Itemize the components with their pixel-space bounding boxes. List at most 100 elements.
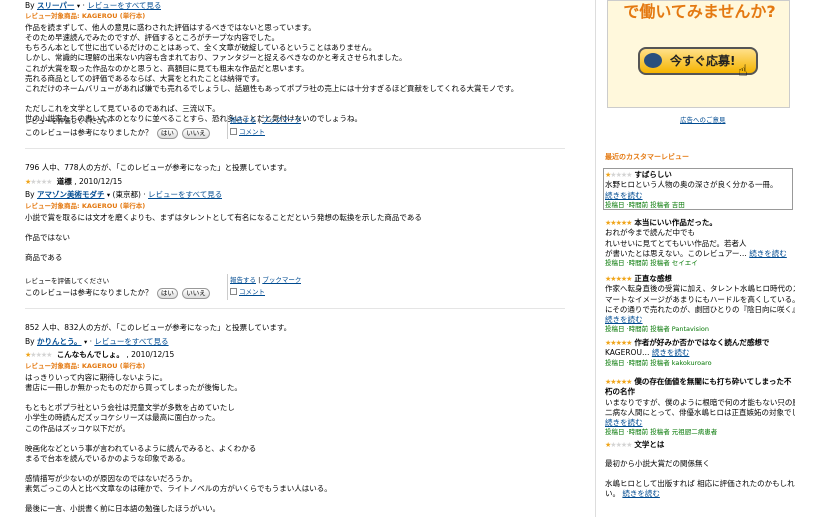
- review-line: この作品はズッコケ以下だが。: [25, 423, 130, 433]
- review-line: 映画化などという事が言われているように読んでみると、よくわかる: [25, 443, 257, 453]
- helpful-question: このレビューは参考になりましたか？ はい いいえ: [25, 128, 210, 139]
- sidebar-review-line: い。: [605, 488, 620, 498]
- star-filled-icon: ★: [626, 219, 632, 227]
- read-more-link[interactable]: 続きを読む: [622, 489, 660, 498]
- apply-label: 今すぐ応募!: [670, 54, 736, 68]
- dropdown-icon[interactable]: ▾: [77, 2, 80, 10]
- sidebar-review-line: 最初から小説大賞だの関係無く: [605, 459, 710, 469]
- sidebar-review-line: 作家へ転身直後の受賞に加え、タレント水嶋ヒロ時代のス: [605, 284, 795, 294]
- review-line: 小説で賞を取るには文才を磨くよりも、まずはタレントとして有名になることだという発…: [25, 213, 422, 222]
- comment-link[interactable]: コメント: [239, 128, 265, 136]
- review-product: レビュー対象商品: KAGEROU (単行本): [25, 12, 146, 20]
- reviewer-link[interactable]: かりんとう。: [37, 337, 82, 346]
- comment-checkbox[interactable]: [230, 288, 237, 295]
- star-empty-icon: ★: [46, 178, 52, 186]
- sidebar-review-meta: 投稿日 ·時間前 投稿者 セイエイ: [605, 258, 698, 267]
- all-reviews-link[interactable]: レビューをすべて見る: [148, 190, 222, 199]
- reviewer-link[interactable]: アマゾン美術モダチ: [37, 190, 105, 199]
- by-prefix: By: [25, 190, 35, 199]
- reviewer-link[interactable]: スリーパー: [37, 1, 74, 10]
- read-more-link[interactable]: 続きを読む: [749, 249, 787, 258]
- review-line: もちろん本として世に出ているだけのことはあって、全く文章が破綻しているということ…: [25, 43, 377, 53]
- review-line: 最後に一言、小説書く前に日本語の勉強したほうがいい。: [25, 504, 220, 514]
- dropdown-icon[interactable]: ▾: [107, 191, 110, 199]
- helpful-count: 852 人中、832人の方が、「このレビューが参考になった」と投票しています。: [25, 323, 292, 332]
- comment-checkbox[interactable]: [230, 128, 237, 135]
- divider: [25, 308, 565, 309]
- review-heading: ★★★★★ こんなもんでしょ。 , 2010/12/15: [25, 350, 174, 360]
- helpful-no-button[interactable]: いいえ: [182, 128, 210, 139]
- report-link[interactable]: 報告する: [230, 116, 256, 124]
- star-empty-icon: ★: [46, 351, 52, 359]
- star-empty-icon: ★: [626, 171, 632, 179]
- review-line: 売れる商品としての評価であるならば、大賞をとれたことは納得です。: [25, 73, 264, 83]
- review-line: 小学生の時読んだズッコケシリーズは最高に面白かった。: [25, 413, 220, 423]
- report-link[interactable]: 報告する: [230, 276, 256, 284]
- dropdown-icon[interactable]: ▾: [84, 338, 87, 346]
- all-reviews-link[interactable]: レビューをすべて見る: [87, 1, 161, 10]
- read-more-link[interactable]: 続きを読む: [652, 348, 690, 357]
- read-more-link[interactable]: 続きを読む: [605, 191, 643, 200]
- helpful-yes-button[interactable]: はい: [156, 128, 178, 139]
- helpful-no-button[interactable]: いいえ: [182, 288, 210, 299]
- sidebar-review-line: マートなイメージがあまりにもハードルを高くしている。まさ: [605, 294, 795, 304]
- sidebar-review-item: ★★★★★ すばらしい 水野ヒロという人物の奥の深さが良く分かる一冊。 続きを読む…: [605, 170, 793, 209]
- review-line: [25, 94, 565, 104]
- rating-stars: ★★★★★: [25, 351, 52, 360]
- sidebar-review-title[interactable]: 本当にいい作品だった。: [634, 218, 717, 227]
- job-ad-banner[interactable]: で働いてみませんか? 今すぐ応募! ☝: [607, 0, 790, 108]
- review-body: 小説で賞を取るには文才を磨くよりも、まずはタレントとして有名になることだという発…: [25, 213, 565, 263]
- reviewer-location: (東京都): [112, 190, 141, 199]
- sidebar-review-title[interactable]: 僕の存在価値を無闇にも打ち砕いてしまった不朽の名作: [605, 377, 791, 396]
- rating-stars: ★★★★★: [605, 171, 632, 180]
- rating-stars: ★★★★★: [605, 339, 632, 348]
- sidebar-review-title[interactable]: 作者が好みか否かではなく読んだ感想で: [634, 338, 769, 347]
- sidebar-review-title[interactable]: 正直な感想: [634, 274, 672, 283]
- review-line: 作品ではない: [25, 233, 70, 243]
- helpful-question-text: このレビューは参考になりましたか？: [25, 288, 153, 297]
- review-line: 書店に一冊しか無かったものだから買ってしまったが後悔した。: [25, 383, 242, 393]
- read-more-link[interactable]: 続きを読む: [605, 418, 643, 427]
- review-line: [25, 464, 565, 474]
- by-prefix: By: [25, 1, 35, 10]
- comment-row: コメント: [230, 128, 265, 137]
- review-date: , 2010/12/15: [74, 177, 123, 186]
- all-reviews-link[interactable]: レビューをすべて見る: [94, 337, 168, 346]
- divider: [227, 115, 228, 139]
- sidebar-review-item: ★★★★★ 僕の存在価値を無闇にも打ち砕いてしまった不朽の名作 いまなりですが、僕…: [605, 377, 795, 437]
- review-line: ただしこれを文学として見ているのであれば、三流以下。: [25, 103, 220, 113]
- star-filled-icon: ★: [626, 275, 632, 283]
- apply-now-button[interactable]: 今すぐ応募! ☝: [638, 47, 758, 80]
- review-line: 作品を読まずして、他人の意見に惑わされた評価はするべきではないと思っています。: [25, 23, 316, 32]
- rating-stars: ★★★★★: [605, 275, 632, 284]
- review-line: [25, 243, 565, 253]
- rate-review-label: レビューを評価してください: [25, 117, 110, 125]
- review-date: , 2010/12/15: [126, 350, 175, 359]
- helpful-count: 796 人中、778人の方が、「このレビューが参考になった」と投票しています。: [25, 163, 292, 172]
- review-title: 道標: [56, 177, 72, 186]
- rating-stars: ★★★★★: [605, 219, 632, 228]
- recent-reviews-header: 最近のカスタマーレビュー: [605, 153, 689, 161]
- comment-link[interactable]: コメント: [239, 288, 265, 296]
- read-more-link[interactable]: 続きを読む: [605, 315, 643, 324]
- review-product: レビュー対象商品: KAGEROU (単行本): [25, 202, 146, 210]
- sidebar-review-item: ★★★★★ 正直な感想 作家へ転身直後の受賞に加え、タレント水嶋ヒロ時代のス マー…: [605, 274, 795, 334]
- helpful-yes-button[interactable]: はい: [156, 288, 178, 299]
- sidebar-review-line: が書いたとは思えない。このレビュアー…: [605, 248, 747, 258]
- review-line: これが大賞を取った作品なのかと思うと、高額目に見ても粗末な作品だと思います。: [25, 63, 309, 73]
- divider: [25, 148, 565, 149]
- sidebar-review-item: ★★★★★ 作者が好みか否かではなく読んだ感想で KAGEROU… 続きを読む 投…: [605, 338, 795, 367]
- sidebar-review-title[interactable]: すばらしい: [634, 170, 672, 179]
- sidebar-review-title[interactable]: 文学とは: [634, 440, 664, 449]
- bookmark-link[interactable]: ブックマーク: [262, 276, 301, 284]
- bookmark-link[interactable]: ブックマーク: [262, 116, 301, 124]
- review-byline: By スリーパー ▾ · レビューをすべて見る: [25, 1, 162, 10]
- review-line: しかし、常識的に理解の出来ない内容も含まれており、ファンタジーと捉えるべきなのか…: [25, 53, 407, 63]
- review-line: これだけのネームバリューがあれば嫌でも売れるでしょうし、話題性もあってポプラ社の…: [25, 83, 519, 93]
- ad-feedback-link[interactable]: 広告へのご意見: [680, 116, 726, 124]
- review-line: 感情描写が少ないのが原因なのではないだろうか。: [25, 473, 197, 483]
- sidebar-review-item: ★★★★★ 文学とは 最初から小説大賞だの関係無く 水嶋ヒロとして出版すれば 相応…: [605, 440, 795, 499]
- sidebar-review-line: 水野ヒロという人物の奥の深さが良く分かる一冊。: [605, 180, 778, 190]
- review-line: [25, 494, 565, 504]
- sidebar-review-line: おれが今まで読んだ中でも: [605, 228, 695, 238]
